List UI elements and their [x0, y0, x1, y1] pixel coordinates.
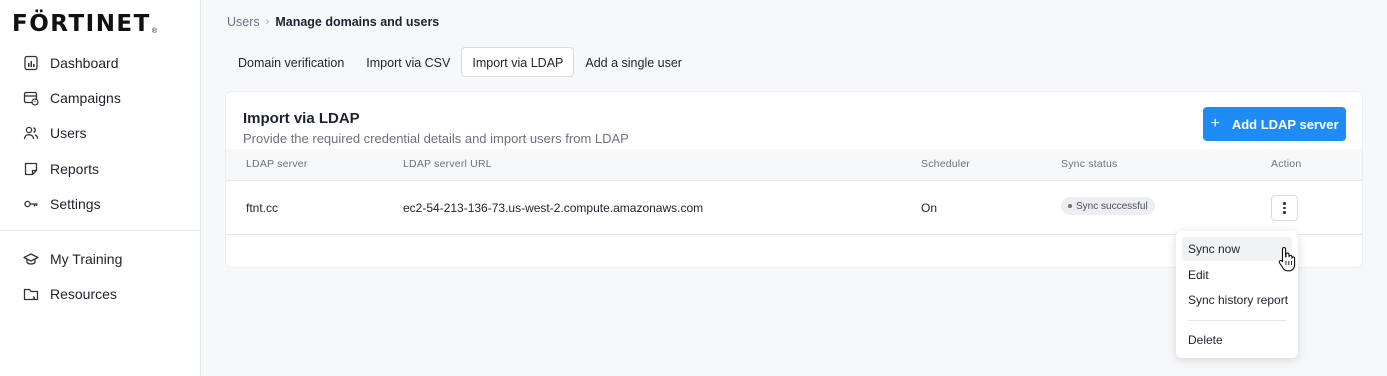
reports-icon — [22, 160, 40, 178]
table-header: LDAP server LDAP serverl URL Scheduler S… — [226, 149, 1362, 181]
breadcrumb-users-link[interactable]: Users — [227, 15, 260, 29]
kebab-dot-icon — [1283, 211, 1286, 214]
card-subtitle: Provide the required credential details … — [243, 131, 629, 146]
cell-scheduler: On — [921, 201, 938, 215]
add-ldap-server-label: Add LDAP server — [1231, 116, 1339, 132]
tab-import-ldap[interactable]: Import via LDAP — [461, 47, 575, 77]
sidebar-item-settings[interactable]: Settings — [22, 193, 101, 215]
logo-text: FÖRTINET — [12, 11, 151, 37]
cell-ldap-url: ec2-54-213-136-73.us-west-2.compute.amaz… — [403, 201, 704, 215]
status-dot-icon — [1068, 204, 1072, 208]
column-header-action: Action — [1271, 158, 1302, 170]
menu-item-edit[interactable]: Edit — [1182, 263, 1292, 287]
plus-icon: + — [1210, 115, 1220, 132]
campaigns-icon — [22, 89, 40, 107]
users-icon — [22, 124, 40, 142]
column-header-ldap-url[interactable]: LDAP serverl URL — [403, 158, 492, 170]
card-title: Import via LDAP — [243, 110, 360, 127]
cell-ldap-server: ftnt.cc — [246, 201, 279, 215]
menu-item-sync-now[interactable]: Sync now — [1182, 237, 1292, 261]
hand-pointer-cursor-icon — [1278, 246, 1298, 274]
kebab-dot-icon — [1283, 202, 1286, 205]
sidebar-item-campaigns[interactable]: Campaigns — [22, 87, 121, 109]
sidebar-item-users[interactable]: Users — [22, 122, 87, 144]
sidebar-item-label: Users — [50, 125, 87, 141]
sidebar-item-label: My Training — [50, 251, 123, 267]
settings-key-icon — [22, 195, 40, 213]
sidebar: FÖRTINET ® Dashboard Campaigns Users Rep… — [0, 0, 201, 376]
breadcrumb-current: Manage domains and users — [275, 15, 440, 29]
table-row: ftnt.cc ec2-54-213-136-73.us-west-2.comp… — [226, 181, 1362, 235]
sidebar-item-label: Reports — [50, 161, 100, 177]
row-actions-button[interactable] — [1271, 195, 1298, 221]
sidebar-item-label: Resources — [50, 286, 117, 302]
sidebar-item-resources[interactable]: Resources — [22, 283, 117, 305]
kebab-dot-icon — [1283, 206, 1286, 210]
tab-domain-verification[interactable]: Domain verification — [227, 47, 355, 77]
column-header-scheduler[interactable]: Scheduler — [921, 158, 970, 170]
graduation-cap-icon — [22, 250, 40, 268]
sidebar-item-reports[interactable]: Reports — [22, 158, 99, 180]
folder-icon — [22, 285, 40, 303]
tab-import-csv[interactable]: Import via CSV — [355, 47, 461, 77]
column-header-sync-status[interactable]: Sync status — [1061, 158, 1117, 170]
column-header-ldap-server[interactable]: LDAP server — [246, 158, 308, 170]
sidebar-item-dashboard[interactable]: Dashboard — [22, 52, 119, 74]
sidebar-item-my-training[interactable]: My Training — [22, 248, 122, 270]
dashboard-icon — [22, 54, 40, 72]
tab-add-single-user[interactable]: Add a single user — [574, 47, 693, 77]
menu-divider — [1188, 320, 1286, 321]
chevron-right-icon: › — [265, 16, 270, 28]
tab-bar: Domain verification Import via CSV Impor… — [227, 47, 693, 77]
status-badge-label: Sync successful — [1076, 200, 1148, 212]
add-ldap-server-button[interactable]: + Add LDAP server — [1203, 107, 1346, 141]
breadcrumb: Users › Manage domains and users — [227, 15, 439, 29]
sidebar-item-label: Settings — [50, 196, 101, 212]
fortinet-logo[interactable]: FÖRTINET ® — [12, 11, 158, 37]
sidebar-divider — [0, 230, 200, 231]
sidebar-item-label: Campaigns — [50, 90, 121, 106]
menu-item-sync-history-report[interactable]: Sync history report — [1182, 288, 1292, 312]
status-badge: Sync successful — [1061, 197, 1155, 215]
sidebar-item-label: Dashboard — [50, 55, 119, 71]
logo-registered-mark: ® — [151, 27, 158, 35]
menu-item-delete[interactable]: Delete — [1182, 328, 1292, 352]
